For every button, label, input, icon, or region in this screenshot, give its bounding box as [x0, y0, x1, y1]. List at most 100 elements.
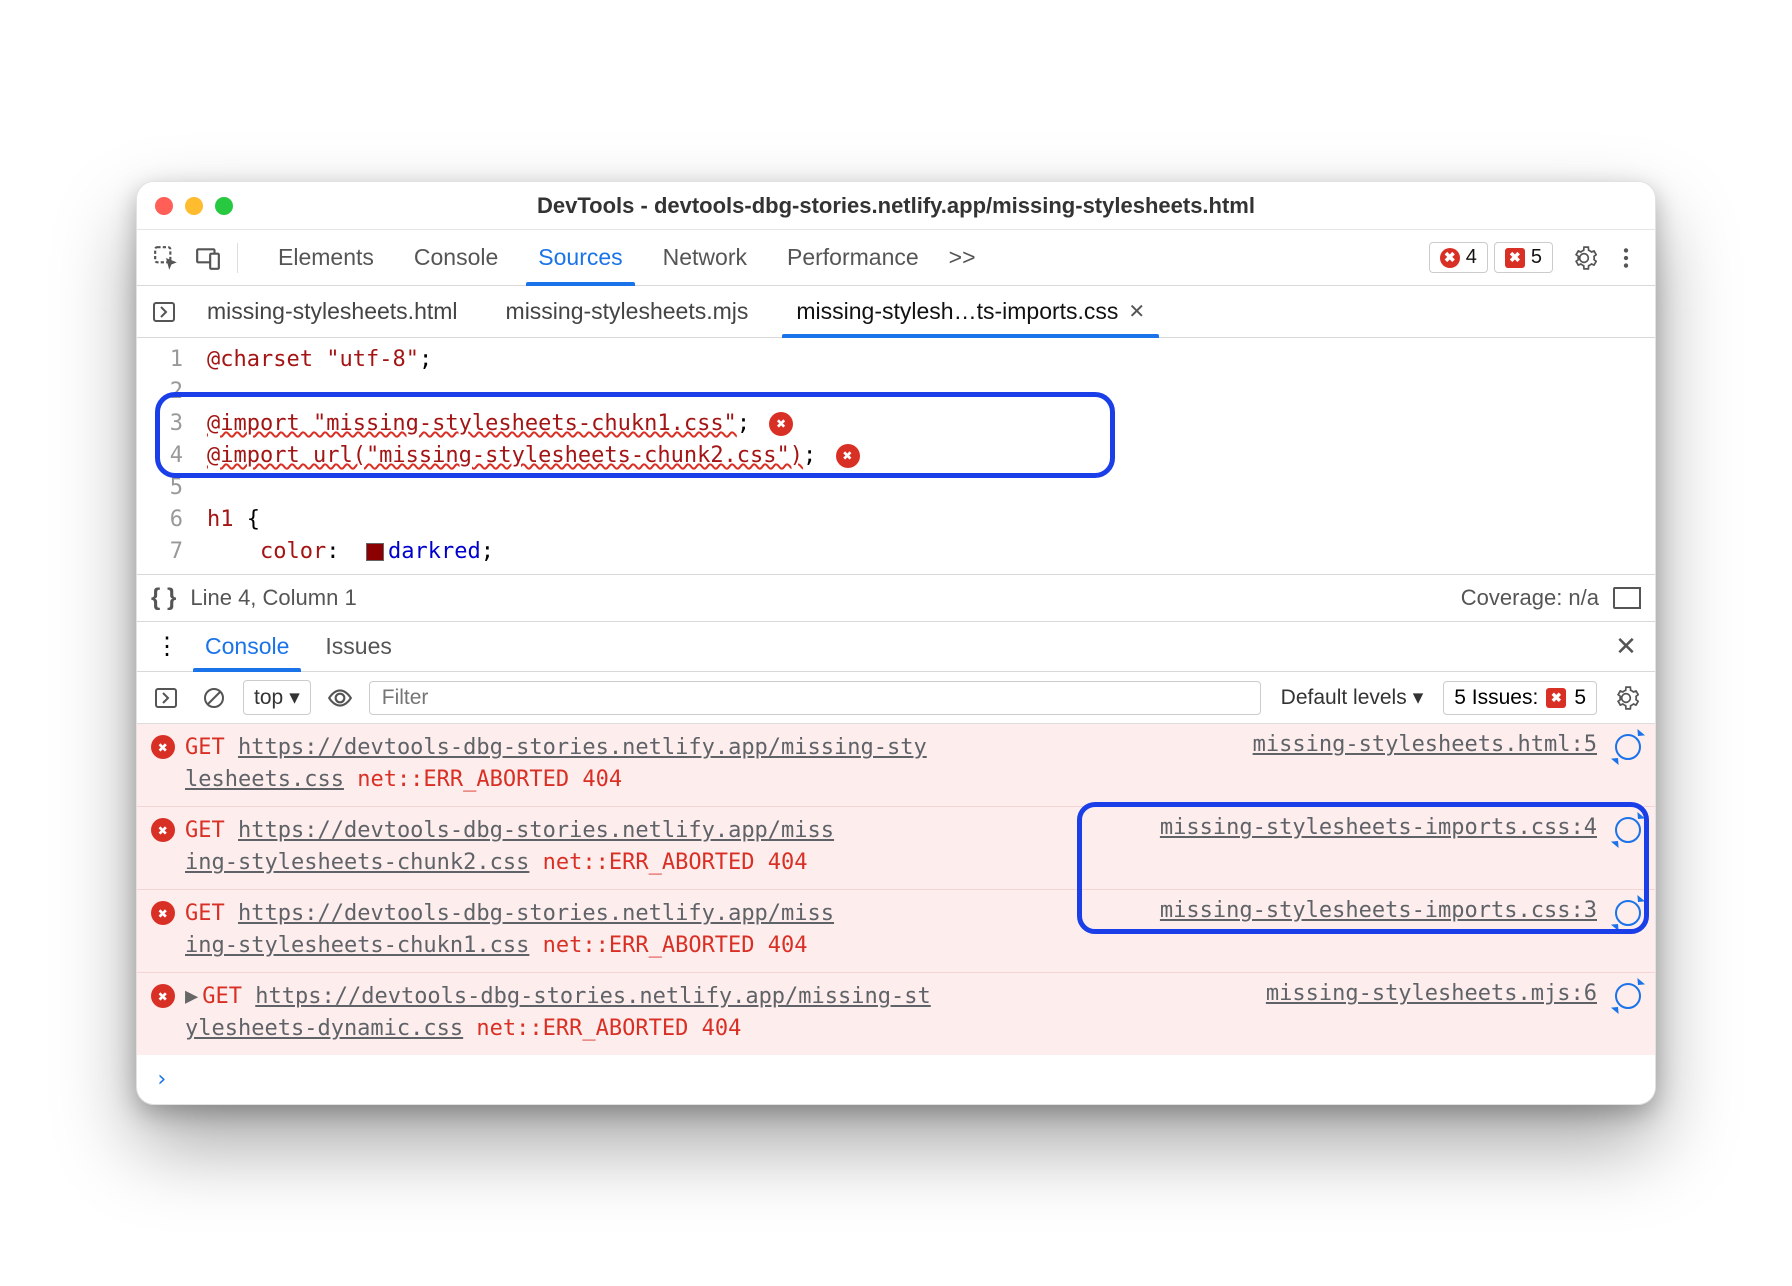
source-statusbar: { } Line 4, Column 1 Coverage: n/a: [137, 574, 1655, 622]
coverage-status: Coverage: n/a: [1461, 585, 1599, 611]
show-navigator-icon[interactable]: [145, 293, 183, 331]
url-link[interactable]: https://devtools-dbg-stories.netlify.app…: [238, 735, 927, 760]
issues-count: 5: [1574, 686, 1586, 710]
url-link[interactable]: lesheets.css: [185, 767, 344, 792]
panel-tabs: Elements Console Sources Network Perform…: [258, 230, 986, 285]
console-message-row[interactable]: ✖ GET https://devtools-dbg-stories.netlif…: [137, 806, 1655, 889]
issue-square-icon: ✖: [1546, 688, 1566, 708]
console-settings-icon[interactable]: [1607, 679, 1645, 717]
close-tab-icon[interactable]: ✕: [1128, 299, 1145, 324]
console-message-row[interactable]: ✖ GET https://devtools-dbg-stories.netlif…: [137, 724, 1655, 806]
pretty-print-icon[interactable]: { }: [151, 584, 176, 612]
close-drawer-icon[interactable]: ✕: [1607, 628, 1645, 666]
context-selector[interactable]: top ▾: [243, 680, 311, 715]
code-line-6: h1 {: [207, 504, 860, 536]
color-swatch[interactable]: [366, 543, 384, 561]
console-messages: ✖ GET https://devtools-dbg-stories.netlif…: [137, 724, 1655, 1104]
chevron-down-icon: ▾: [289, 685, 300, 710]
tab-network[interactable]: Network: [643, 230, 767, 285]
issues-label: 5 Issues:: [1454, 686, 1538, 710]
tab-elements[interactable]: Elements: [258, 230, 394, 285]
filter-input[interactable]: [369, 681, 1261, 715]
url-link[interactable]: https://devtools-dbg-stories.netlify.app…: [238, 901, 834, 926]
cursor-position: Line 4, Column 1: [190, 585, 356, 611]
message-body: GET https://devtools-dbg-stories.netlify…: [185, 732, 1233, 796]
window-title: DevTools - devtools-dbg-stories.netlify.…: [137, 193, 1655, 219]
log-levels-selector[interactable]: Default levels ▾: [1271, 685, 1434, 710]
issue-square-icon: ✖: [1505, 248, 1525, 268]
replay-xhr-icon[interactable]: [1615, 734, 1641, 760]
source-link[interactable]: missing-stylesheets-imports.css:3: [1150, 898, 1597, 962]
file-tab-css[interactable]: missing-stylesh…ts-imports.css ✕: [772, 286, 1169, 337]
issues-button[interactable]: 5 Issues: ✖ 5: [1443, 681, 1597, 715]
url-link[interactable]: https://devtools-dbg-stories.netlify.app…: [238, 818, 834, 843]
url-link[interactable]: https://devtools-dbg-stories.netlify.app…: [255, 984, 931, 1009]
close-window-button[interactable]: [155, 197, 173, 215]
inspect-element-icon[interactable]: [147, 239, 185, 277]
console-filterbar: top ▾ Default levels ▾ 5 Issues: ✖ 5: [137, 672, 1655, 724]
disclosure-triangle-icon[interactable]: ▶: [185, 984, 198, 1009]
error-icon: ✖: [151, 901, 175, 925]
drawer-tab-issues[interactable]: Issues: [307, 622, 409, 671]
device-toolbar-icon[interactable]: [189, 239, 227, 277]
titlebar: DevTools - devtools-dbg-stories.netlify.…: [137, 182, 1655, 230]
file-tab-mjs[interactable]: missing-stylesheets.mjs: [482, 286, 773, 337]
drawer-toolbar: ⋮ Console Issues ✕: [137, 622, 1655, 672]
message-body: GET https://devtools-dbg-stories.netlify…: [185, 898, 1140, 962]
source-link[interactable]: missing-stylesheets.html:5: [1243, 732, 1597, 796]
issues-badge[interactable]: ✖ 5: [1494, 242, 1553, 273]
error-icon[interactable]: ✖: [836, 444, 860, 468]
source-link[interactable]: missing-stylesheets-imports.css:4: [1150, 815, 1597, 879]
tab-performance[interactable]: Performance: [767, 230, 939, 285]
console-message-row[interactable]: ✖ GET https://devtools-dbg-stories.netlif…: [137, 889, 1655, 972]
issues-count: 5: [1531, 246, 1542, 269]
error-icon[interactable]: ✖: [769, 412, 793, 436]
errors-badge[interactable]: ✖ 4: [1429, 242, 1488, 273]
replay-xhr-icon[interactable]: [1615, 983, 1641, 1009]
settings-button[interactable]: [1565, 239, 1603, 277]
replay-xhr-icon[interactable]: [1615, 900, 1641, 926]
chevron-down-icon: ▾: [1413, 685, 1424, 710]
live-expression-icon[interactable]: [321, 679, 359, 717]
code-line-7: color: darkred;: [207, 536, 860, 568]
traffic-lights: [155, 197, 233, 215]
devtools-window: DevTools - devtools-dbg-stories.netlify.…: [136, 181, 1656, 1105]
badge-group: ✖ 4 ✖ 5: [1429, 242, 1553, 273]
console-sidebar-icon[interactable]: [147, 679, 185, 717]
url-link[interactable]: ylesheets-dynamic.css: [185, 1016, 463, 1041]
maximize-window-button[interactable]: [215, 197, 233, 215]
code-line-2: [207, 376, 860, 408]
errors-count: 4: [1466, 246, 1477, 269]
file-tab-label: missing-stylesh…ts-imports.css: [796, 298, 1118, 325]
file-tabs: missing-stylesheets.html missing-stylesh…: [137, 286, 1655, 338]
file-tab-html[interactable]: missing-stylesheets.html: [183, 286, 482, 337]
message-body: GET https://devtools-dbg-stories.netlify…: [185, 815, 1140, 879]
console-message-row[interactable]: ✖▶GET https://devtools-dbg-stories.netli…: [137, 972, 1655, 1055]
console-prompt[interactable]: ›: [137, 1055, 1655, 1104]
code-line-3: @import "missing-stylesheets-chukn1.css"…: [207, 408, 860, 440]
message-body: ▶GET https://devtools-dbg-stories.netlif…: [185, 981, 1246, 1045]
levels-label: Default levels: [1281, 686, 1407, 710]
drawer-more-button[interactable]: ⋮: [147, 632, 187, 661]
code-line-1: @charset "utf-8";: [207, 344, 860, 376]
code-line-4: @import url("missing-stylesheets-chunk2.…: [207, 440, 860, 472]
url-link[interactable]: ing-stylesheets-chukn1.css: [185, 933, 529, 958]
clear-console-icon[interactable]: [195, 679, 233, 717]
more-options-button[interactable]: [1607, 239, 1645, 277]
drawer-tab-console[interactable]: Console: [187, 622, 307, 671]
code-line-5: [207, 472, 860, 504]
error-icon: ✖: [151, 818, 175, 842]
context-value: top: [254, 686, 283, 710]
show-sidebar-icon[interactable]: [1613, 587, 1641, 609]
source-editor[interactable]: 1234567 @charset "utf-8"; @import "missi…: [137, 338, 1655, 574]
tab-console[interactable]: Console: [394, 230, 518, 285]
replay-xhr-icon[interactable]: [1615, 817, 1641, 843]
line-gutter: 1234567: [137, 338, 193, 574]
url-link[interactable]: ing-stylesheets-chunk2.css: [185, 850, 529, 875]
minimize-window-button[interactable]: [185, 197, 203, 215]
error-icon: ✖: [151, 735, 175, 759]
more-tabs-button[interactable]: >>: [939, 230, 986, 285]
source-link[interactable]: missing-stylesheets.mjs:6: [1256, 981, 1597, 1045]
tab-sources[interactable]: Sources: [518, 230, 642, 285]
code-area[interactable]: @charset "utf-8"; @import "missing-style…: [193, 338, 860, 574]
